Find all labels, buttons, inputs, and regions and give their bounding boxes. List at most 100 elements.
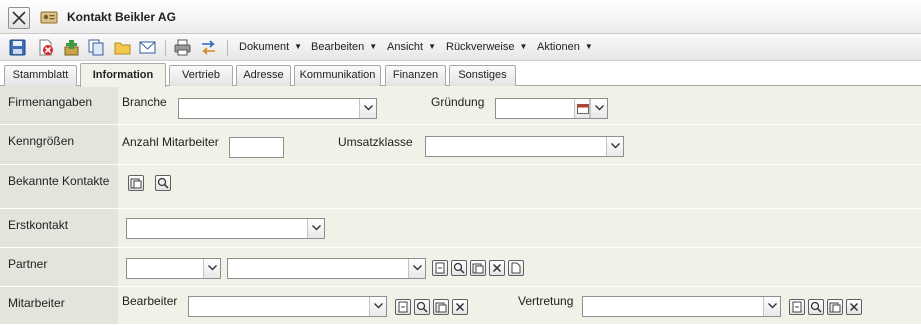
branche-select[interactable] — [178, 98, 377, 119]
anzahl-mitarbeiter-label: Anzahl Mitarbeiter — [122, 135, 219, 149]
dropdown-arrow-icon: ▼ — [519, 42, 528, 51]
row-body: Branche Gründung — [118, 86, 921, 125]
row-label-cell: Firmenangaben — [0, 86, 118, 125]
row-body: Anzahl Mitarbeiter Umsatzklasse — [118, 125, 921, 165]
umsatzklasse-select[interactable] — [425, 136, 624, 157]
bearbeiter-label: Bearbeiter — [122, 294, 178, 308]
transfer-icon[interactable] — [200, 39, 217, 56]
erstkontakt-select[interactable] — [126, 218, 325, 239]
toolbar-separator — [165, 40, 166, 56]
bearbeiter-open-button[interactable] — [395, 299, 411, 315]
title-bar: Kontakt Beikler AG — [0, 0, 921, 34]
row-partner: Partner — [0, 248, 921, 287]
clipboard-icon — [435, 302, 447, 313]
search-icon — [416, 301, 428, 313]
row-bekannte-kontakte: Bekannte Kontakte — [0, 165, 921, 209]
vertretung-clear-button[interactable] — [846, 299, 862, 315]
partner-paste-button[interactable] — [470, 260, 486, 276]
close-button[interactable] — [8, 7, 30, 29]
row-kenngroessen: Kenngrößen Anzahl Mitarbeiter Umsatzklas… — [0, 125, 921, 165]
search-icon — [453, 262, 465, 274]
tab-finanzen[interactable]: Finanzen — [385, 65, 446, 86]
partner-new-button[interactable] — [508, 260, 524, 276]
tab-kommunikation[interactable]: Kommunikation — [294, 65, 381, 86]
open-document-icon — [435, 262, 445, 274]
bearbeiter-clear-button[interactable] — [452, 299, 468, 315]
copy-icon[interactable] — [88, 39, 105, 56]
vertretung-open-button[interactable] — [789, 299, 805, 315]
partner-select[interactable] — [227, 258, 426, 279]
search-contact-button[interactable] — [155, 175, 171, 191]
save-icon[interactable] — [9, 39, 26, 56]
vertretung-select[interactable] — [582, 296, 781, 317]
menu-rueckverweise[interactable]: Rückverweise ▼ — [446, 41, 527, 53]
calendar-button[interactable] — [574, 99, 590, 118]
tab-stammblatt[interactable]: Stammblatt — [4, 65, 77, 86]
dropdown-button[interactable] — [606, 137, 623, 156]
partner-type-select[interactable] — [126, 258, 221, 279]
menu-bearbeiten[interactable]: Bearbeiten ▼ — [311, 41, 377, 53]
section-label: Partner — [8, 257, 48, 271]
dropdown-button[interactable] — [359, 99, 376, 118]
section-label: Firmenangaben — [8, 95, 93, 109]
paste-contact-button[interactable] — [128, 175, 144, 191]
dropdown-button[interactable] — [203, 259, 220, 278]
partner-open-button[interactable] — [432, 260, 448, 276]
vertretung-paste-button[interactable] — [827, 299, 843, 315]
close-icon — [849, 302, 859, 312]
bearbeiter-search-button[interactable] — [414, 299, 430, 315]
row-label-cell: Erstkontakt — [0, 209, 118, 248]
dropdown-button[interactable] — [307, 219, 324, 238]
vertretung-search-button[interactable] — [808, 299, 824, 315]
chevron-down-icon — [768, 303, 777, 309]
menu-dokument[interactable]: Dokument ▼ — [239, 41, 302, 53]
partner-search-button[interactable] — [451, 260, 467, 276]
chevron-down-icon — [611, 143, 620, 149]
row-body — [118, 209, 921, 248]
search-icon — [810, 301, 822, 313]
contact-card-icon — [40, 9, 58, 25]
chevron-down-icon — [364, 105, 373, 111]
tab-information[interactable]: Information — [80, 63, 166, 87]
row-firmenangaben: Firmenangaben Branche Gründung — [0, 86, 921, 125]
row-body: Bearbeiter Vertretung — [118, 287, 921, 325]
menu-aktionen[interactable]: Aktionen ▼ — [537, 41, 593, 53]
gruendung-date-field[interactable] — [495, 98, 608, 119]
dropdown-button[interactable] — [763, 297, 780, 316]
menu-ansicht[interactable]: Ansicht ▼ — [387, 41, 436, 53]
bearbeiter-select[interactable] — [188, 296, 387, 317]
row-erstkontakt: Erstkontakt — [0, 209, 921, 248]
chevron-down-icon — [312, 225, 321, 231]
menu-label: Dokument — [239, 41, 290, 53]
print-icon[interactable] — [174, 39, 191, 56]
dropdown-arrow-icon: ▼ — [369, 42, 378, 51]
tab-sonstiges[interactable]: Sonstiges — [449, 65, 516, 86]
gruendung-label: Gründung — [431, 95, 485, 109]
chevron-down-icon — [208, 265, 217, 271]
dropdown-button[interactable] — [408, 259, 425, 278]
dropdown-button[interactable] — [369, 297, 386, 316]
clipboard-icon — [829, 302, 841, 313]
bearbeiter-paste-button[interactable] — [433, 299, 449, 315]
menu-label: Bearbeiten — [311, 41, 365, 53]
folder-icon[interactable] — [114, 39, 131, 56]
dropdown-button[interactable] — [590, 99, 607, 118]
search-icon — [157, 177, 169, 189]
mail-icon[interactable] — [139, 39, 156, 56]
partner-clear-button[interactable] — [489, 260, 505, 276]
row-label-cell: Bekannte Kontakte — [0, 165, 118, 209]
chevron-down-icon — [595, 105, 604, 111]
add-icon[interactable] — [63, 39, 80, 56]
row-label-cell: Kenngrößen — [0, 125, 118, 165]
open-document-icon — [792, 301, 802, 313]
calendar-icon — [577, 104, 589, 114]
section-label: Mitarbeiter — [8, 296, 65, 310]
dropdown-arrow-icon: ▼ — [584, 42, 593, 51]
delete-icon[interactable] — [37, 39, 54, 56]
anzahl-mitarbeiter-input[interactable] — [229, 137, 284, 158]
tab-adresse[interactable]: Adresse — [236, 65, 291, 86]
umsatzklasse-label: Umsatzklasse — [338, 135, 413, 149]
branche-label: Branche — [122, 95, 167, 109]
tab-vertrieb[interactable]: Vertrieb — [169, 65, 233, 86]
clipboard-icon — [130, 178, 142, 189]
